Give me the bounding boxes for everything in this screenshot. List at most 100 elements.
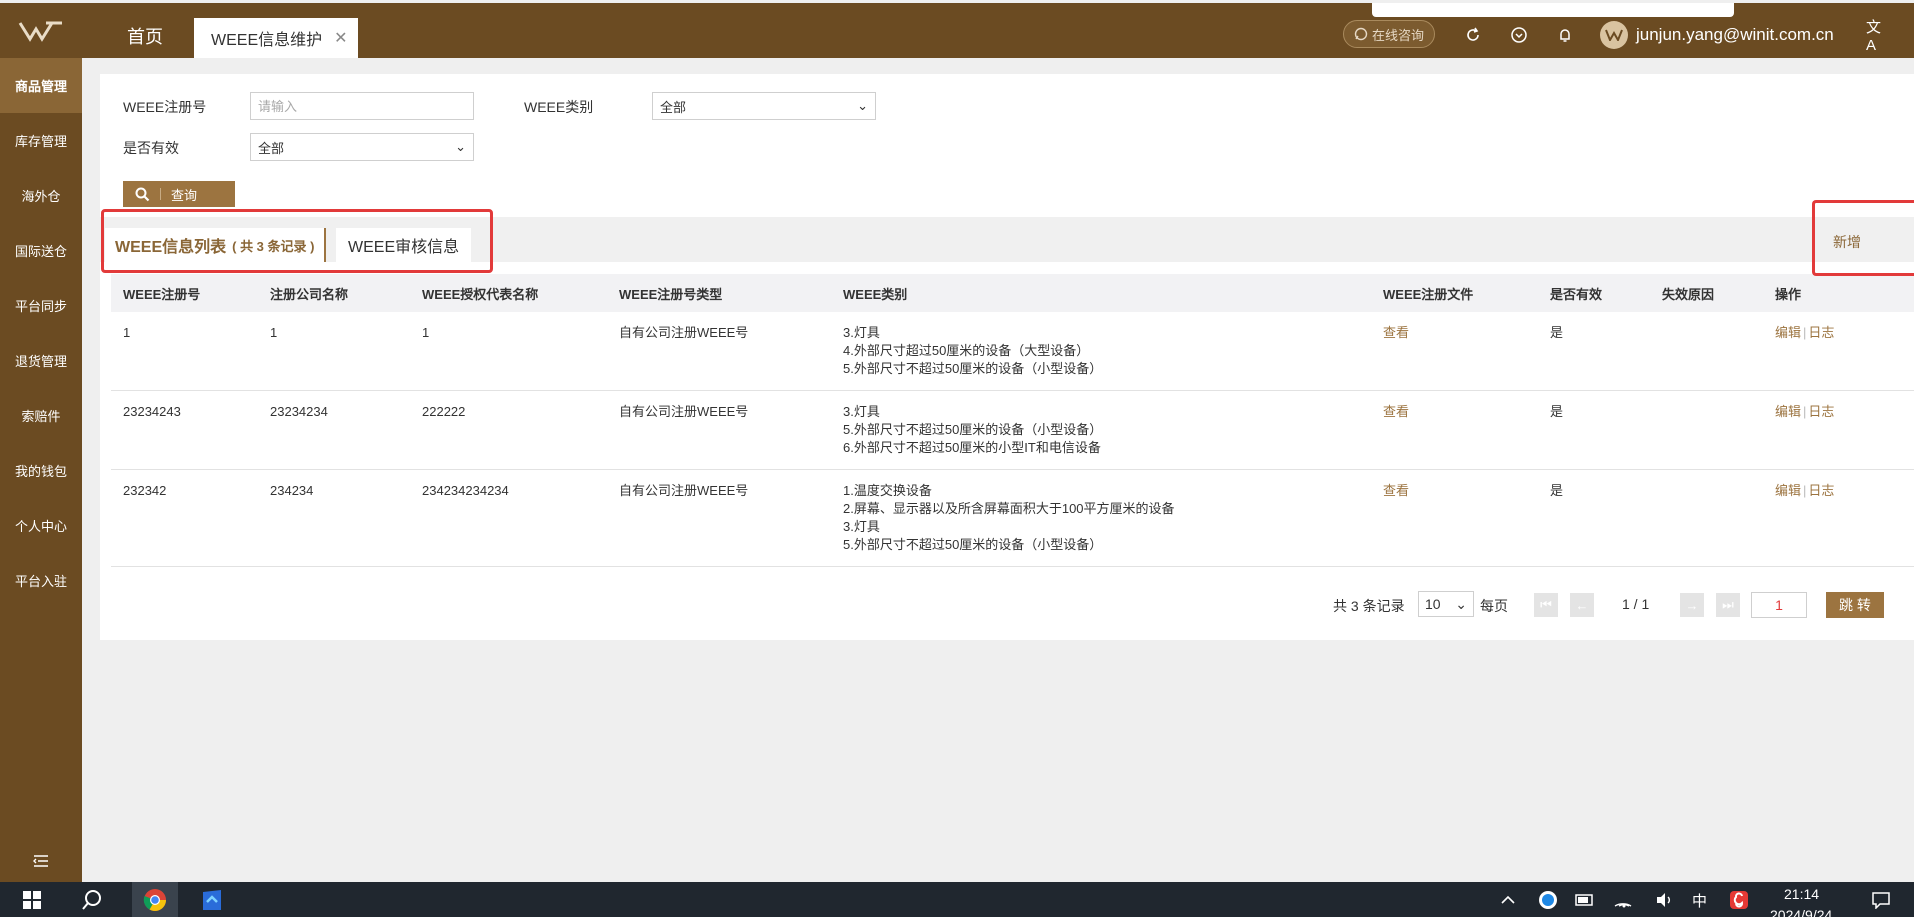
category-label: WEEE类别 [524, 99, 594, 115]
tab-list-label: WEEE信息列表 [115, 239, 227, 256]
clock-date: 2024/9/24 [1770, 907, 1833, 917]
valid-label: 是否有效 [123, 140, 179, 156]
log-link[interactable]: 日志 [1808, 325, 1834, 340]
sidebar-item-overseas-warehouse[interactable]: 海外仓 [0, 168, 82, 223]
add-button[interactable]: 新增 [1812, 227, 1882, 257]
view-file-link[interactable]: 查看 [1383, 483, 1409, 498]
log-link[interactable]: 日志 [1808, 483, 1834, 498]
view-file-link[interactable]: 查看 [1383, 325, 1409, 340]
tab-label: WEEE信息维护 [211, 32, 323, 49]
cell-file: 查看 [1371, 312, 1538, 391]
cell-rep: 1 [410, 312, 607, 391]
search-button[interactable]: 查询 [123, 181, 235, 207]
user-menu[interactable]: junjun.yang@winit.com.cn [1600, 19, 1834, 51]
jump-button[interactable]: 跳 转 [1826, 592, 1884, 618]
online-consult-button[interactable]: 在线咨询 [1343, 20, 1436, 48]
col-valid: 是否有效 [1550, 286, 1603, 302]
table-row: 232342 234234 234234234234 自有公司注册WEEE号 1… [111, 469, 1914, 567]
translate-icon[interactable]: 文A [1866, 19, 1890, 54]
chrome-icon[interactable] [132, 882, 178, 917]
wifi-icon[interactable] [1610, 882, 1636, 917]
edit-link[interactable]: 编辑 [1775, 404, 1801, 419]
reg-no-input[interactable] [250, 92, 474, 120]
prev-page-icon[interactable]: ← [1570, 593, 1594, 617]
cell-reg-no: 232342 [111, 469, 258, 567]
table-row: 23234243 23234234 222222 自有公司注册WEEE号 3.灯… [111, 390, 1914, 470]
col-rep: WEEE授权代表名称 [422, 286, 539, 302]
sidebar-item-claims[interactable]: 索赔件 [0, 388, 82, 443]
browser-tray-icon[interactable] [1535, 882, 1561, 917]
cell-type: 自有公司注册WEEE号 [607, 469, 831, 567]
col-file: WEEE注册文件 [1383, 286, 1474, 302]
last-page-icon[interactable]: ⏭ [1716, 593, 1740, 617]
weee-table: WEEE注册号 注册公司名称 WEEE授权代表名称 WEEE注册号类型 WEEE… [111, 274, 1914, 567]
collapse-menu-icon[interactable] [0, 854, 82, 868]
category-select[interactable]: 全部 ⌄ [652, 92, 876, 120]
next-page-icon[interactable]: → [1680, 593, 1704, 617]
cell-valid: 是 [1538, 312, 1650, 391]
sidebar-item-wallet[interactable]: 我的钱包 [0, 443, 82, 498]
chevron-up-icon[interactable] [1496, 882, 1520, 917]
sidebar-item-intl-delivery[interactable]: 国际送仓 [0, 223, 82, 278]
cell-category: 1.温度交换设备 2.屏幕、显示器以及所含屏幕面积大于100平方厘米的设备 3.… [831, 469, 1371, 567]
page-jump-input[interactable]: 1 [1751, 592, 1807, 618]
nav-home[interactable]: 首页 [100, 3, 190, 58]
search-icon [135, 187, 150, 201]
sidebar-item-platform-sync[interactable]: 平台同步 [0, 278, 82, 333]
tab-weee-list[interactable]: WEEE信息列表 ( 共 3 条记录 ) [105, 228, 327, 262]
table-header-row: WEEE注册号 注册公司名称 WEEE授权代表名称 WEEE注册号类型 WEEE… [111, 274, 1914, 312]
bell-icon[interactable] [1553, 23, 1577, 47]
category-line: 5.外部尺寸不超过50厘米的设备（小型设备） [843, 537, 1103, 552]
sogou-input-icon[interactable] [1726, 882, 1752, 917]
col-category: WEEE类别 [843, 286, 908, 302]
os-taskbar: 中 21:14 2024/9/24 [0, 882, 1914, 917]
cell-file: 查看 [1371, 390, 1538, 470]
shield-icon[interactable] [1507, 23, 1531, 47]
ime-indicator[interactable]: 中 [1692, 890, 1707, 911]
reg-no-label: WEEE注册号 [123, 99, 207, 115]
chevron-down-icon: ⌄ [1455, 595, 1467, 612]
sidebar: 商品管理 库存管理 海外仓 国际送仓 平台同步 退货管理 索赔件 我的钱包 个人… [0, 58, 82, 882]
chat-icon [1354, 27, 1368, 41]
edit-link[interactable]: 编辑 [1775, 325, 1801, 340]
volume-icon[interactable] [1652, 882, 1678, 917]
page-size-select[interactable]: 10 ⌄ [1418, 591, 1474, 617]
tab-weee-maintenance[interactable]: WEEE信息维护 ✕ [194, 18, 358, 58]
battery-icon[interactable] [1572, 882, 1598, 917]
cell-actions: 编辑 | 日志 [1763, 312, 1914, 391]
cell-reg-no: 1 [111, 312, 258, 391]
cell-type: 自有公司注册WEEE号 [607, 390, 831, 470]
chevron-down-icon: ⌄ [857, 98, 868, 113]
windows-start-icon[interactable] [10, 882, 54, 917]
sidebar-item-product[interactable]: 商品管理 [0, 58, 82, 113]
close-icon[interactable]: ✕ [334, 28, 347, 48]
view-file-link[interactable]: 查看 [1383, 404, 1409, 419]
sidebar-item-platform-join[interactable]: 平台入驻 [0, 553, 82, 608]
table-row: 1 1 1 自有公司注册WEEE号 3.灯具 4.外部尺寸超过50厘米的设备（大… [111, 312, 1914, 391]
tab-weee-audit[interactable]: WEEE审核信息 [336, 228, 472, 262]
col-reg-no: WEEE注册号 [123, 286, 201, 302]
cell-reason [1650, 469, 1763, 567]
search-icon[interactable] [70, 882, 114, 917]
divider [160, 188, 161, 200]
winit-logo[interactable] [0, 3, 82, 58]
category-line: 3.灯具 [843, 325, 880, 340]
divider: | [1803, 325, 1807, 340]
sidebar-item-personal[interactable]: 个人中心 [0, 498, 82, 553]
sidebar-item-returns[interactable]: 退货管理 [0, 333, 82, 388]
category-line: 3.灯具 [843, 404, 880, 419]
log-link[interactable]: 日志 [1808, 404, 1834, 419]
cell-reason [1650, 312, 1763, 391]
search-label: 查询 [171, 187, 198, 203]
edit-link[interactable]: 编辑 [1775, 483, 1801, 498]
clock-time: 21:14 [1784, 886, 1820, 902]
app-icon[interactable] [190, 882, 234, 917]
cell-actions: 编辑 | 日志 [1763, 469, 1914, 567]
refresh-icon[interactable] [1461, 23, 1485, 47]
divider: | [1803, 404, 1807, 419]
sidebar-item-inventory[interactable]: 库存管理 [0, 113, 82, 168]
cell-company: 234234 [258, 469, 410, 567]
first-page-icon[interactable]: ⏮ [1534, 593, 1558, 617]
notification-icon[interactable] [1866, 882, 1896, 917]
valid-select[interactable]: 全部 ⌄ [250, 133, 474, 161]
